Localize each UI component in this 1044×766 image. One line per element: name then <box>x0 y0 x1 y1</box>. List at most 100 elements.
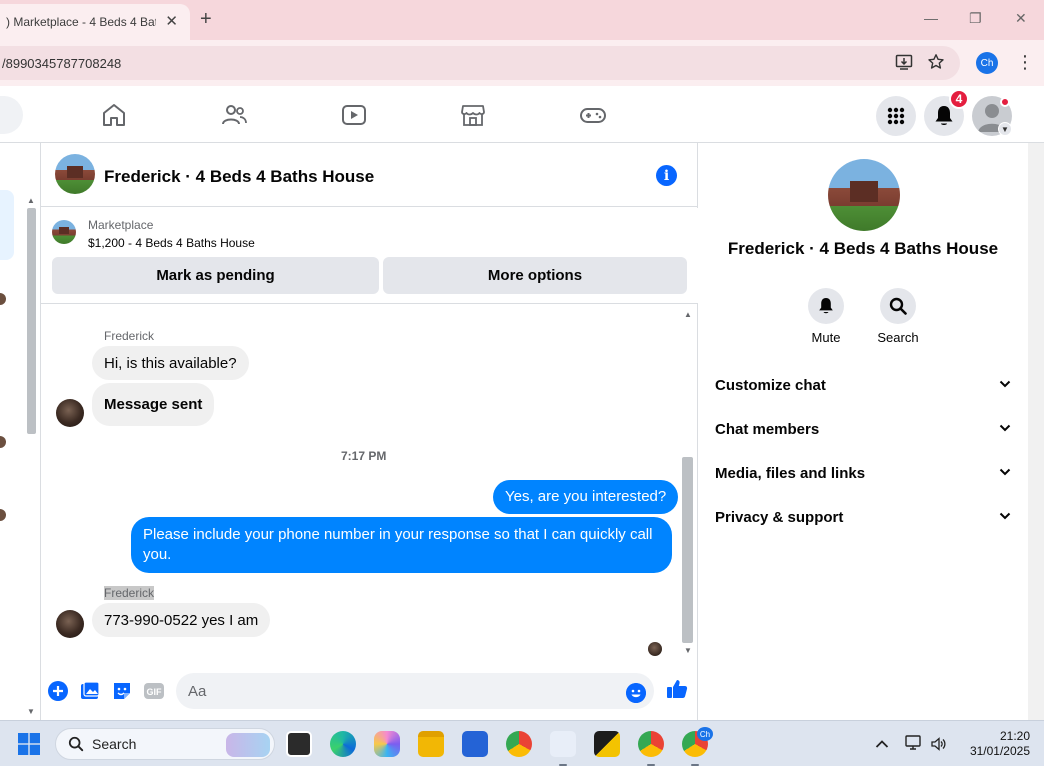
message-bubble-outgoing[interactable]: Yes, are you interested? <box>493 480 679 514</box>
chat-list-avatar[interactable] <box>0 293 6 305</box>
chat-header: Frederick · 4 Beds 4 Baths House i <box>41 143 699 207</box>
chrome-icon[interactable] <box>506 731 532 757</box>
customize-chat-section[interactable]: Customize chat <box>715 370 1011 400</box>
tab-close-icon[interactable]: ✕ <box>165 12 178 30</box>
message-bubble-incoming[interactable]: Message sent <box>92 383 215 426</box>
microsoft-store-icon[interactable] <box>462 731 488 757</box>
taskbar-search-box[interactable]: Search <box>55 728 275 760</box>
seen-receipt-avatar <box>648 642 662 656</box>
section-label: Customize chat <box>715 376 826 394</box>
notification-count-badge: 4 <box>949 89 969 109</box>
search-conversation-button[interactable]: Search <box>868 288 928 345</box>
page-scrollbar[interactable] <box>1028 143 1044 720</box>
chrome-menu-icon[interactable]: ⋮ <box>1016 52 1034 73</box>
menu-grid-button[interactable] <box>876 96 916 136</box>
chat-members-section[interactable]: Chat members <box>715 414 1011 444</box>
privacy-support-section[interactable]: Privacy & support <box>715 502 1011 532</box>
message-bubble-incoming[interactable]: 773-990-0522 yes I am <box>92 603 271 637</box>
chrome-profile-icon[interactable] <box>638 731 664 757</box>
chrome-profile-avatar[interactable]: Ch <box>976 52 998 74</box>
chevron-down-icon <box>999 467 1011 479</box>
file-explorer-icon[interactable] <box>418 731 444 757</box>
listing-price-title[interactable]: $1,200 - 4 Beds 4 Baths House <box>88 236 255 250</box>
restore-icon[interactable]: ❐ <box>969 10 982 27</box>
chat-title[interactable]: Frederick · 4 Beds 4 Baths House <box>104 167 374 187</box>
chat-scrollbar-thumb[interactable] <box>682 457 693 643</box>
install-app-icon[interactable] <box>894 52 914 72</box>
marketplace-icon[interactable] <box>460 102 486 128</box>
clock-time: 21:20 <box>999 729 1030 743</box>
windows-start-icon[interactable] <box>18 733 40 755</box>
video-icon[interactable] <box>341 102 367 128</box>
info-icon[interactable]: i <box>656 165 677 186</box>
chat-list-scrollbar-thumb[interactable] <box>27 208 36 434</box>
network-icon[interactable] <box>905 735 923 751</box>
thumbs-up-icon[interactable] <box>665 677 689 701</box>
plus-circle-icon[interactable] <box>47 680 69 702</box>
address-bar-row: /8990345787708248 <box>0 40 1044 86</box>
info-panel-title: Frederick · 4 Beds 4 Baths House <box>727 239 999 258</box>
scroll-up-arrow-icon[interactable]: ▲ <box>684 310 692 319</box>
edge-browser-icon[interactable] <box>330 731 356 757</box>
gif-icon[interactable]: GIF <box>143 680 165 702</box>
home-icon[interactable] <box>101 102 127 128</box>
bell-icon <box>935 106 953 125</box>
snipping-tool-icon[interactable] <box>550 731 576 757</box>
windows-taskbar: Search Ch 21:20 31/01/2025 <box>0 720 1044 766</box>
sticker-icon[interactable] <box>111 680 133 702</box>
message-bubble-incoming[interactable]: Hi, is this available? <box>92 346 249 380</box>
chevron-down-icon <box>999 511 1011 523</box>
emoji-icon[interactable] <box>626 683 646 703</box>
media-files-links-section[interactable]: Media, files and links <box>715 458 1011 488</box>
new-tab-button[interactable]: + <box>200 8 212 30</box>
section-label: Privacy & support <box>715 508 844 526</box>
scroll-down-arrow-icon[interactable]: ▼ <box>27 707 35 716</box>
account-alert-dot <box>1000 97 1010 107</box>
scroll-down-arrow-icon[interactable]: ▼ <box>684 646 692 655</box>
search-highlight-image <box>226 733 270 757</box>
mute-label: Mute <box>811 330 841 345</box>
chrome-profile-badge: Ch <box>697 727 713 741</box>
listing-photo[interactable] <box>55 154 95 194</box>
copilot-icon[interactable] <box>374 731 400 757</box>
selected-chat-highlight[interactable] <box>0 190 14 260</box>
chat-info-panel: Frederick · 4 Beds 4 Baths House Mute Se… <box>698 143 1028 720</box>
chat-panel: Frederick · 4 Beds 4 Baths House i Marke… <box>40 143 699 720</box>
search-circle[interactable] <box>880 288 916 324</box>
sender-avatar[interactable] <box>56 399 84 427</box>
mute-button[interactable]: Mute <box>796 288 856 345</box>
mute-circle[interactable] <box>808 288 844 324</box>
sender-avatar[interactable] <box>56 610 84 638</box>
more-options-button[interactable]: More options <box>383 257 687 294</box>
facebook-search-box[interactable] <box>0 96 23 134</box>
clock-date: 31/01/2025 <box>969 744 1030 758</box>
chat-list-avatar[interactable] <box>0 436 6 448</box>
friends-icon[interactable] <box>221 102 247 128</box>
browser-tab[interactable]: ) Marketplace - 4 Beds 4 Bath ✕ <box>0 4 190 40</box>
grid-icon <box>887 107 905 125</box>
close-window-icon[interactable]: ✕ <box>1015 10 1027 27</box>
bookmark-star-icon[interactable] <box>926 52 946 72</box>
message-input[interactable]: Aa <box>176 673 654 709</box>
chevron-down-icon[interactable]: ▼ <box>998 122 1012 136</box>
scroll-up-arrow-icon[interactable]: ▲ <box>27 196 35 205</box>
browser-tab-strip: ) Marketplace - 4 Beds 4 Bath ✕ + — ❐ ✕ <box>0 0 1044 40</box>
listing-thumbnail[interactable] <box>52 220 76 244</box>
sticky-notes-icon[interactable] <box>594 731 620 757</box>
gaming-icon[interactable] <box>580 102 606 128</box>
listing-profile-photo[interactable] <box>828 159 900 231</box>
minimize-icon[interactable]: — <box>924 10 938 26</box>
system-clock[interactable]: 21:20 31/01/2025 <box>960 729 1030 759</box>
message-thread: Frederick Hi, is this available? Message… <box>41 305 699 660</box>
volume-icon[interactable] <box>930 736 946 752</box>
message-timestamp: 7:17 PM <box>341 449 387 463</box>
chat-list-avatar[interactable] <box>0 509 6 521</box>
url-text: /8990345787708248 <box>2 55 122 71</box>
bell-icon <box>819 298 833 314</box>
chevron-up-icon[interactable] <box>875 739 889 749</box>
task-view-icon[interactable] <box>286 731 312 757</box>
message-bubble-outgoing[interactable]: Please include your phone number in your… <box>131 517 672 573</box>
photo-icon[interactable] <box>79 680 101 702</box>
mark-as-pending-button[interactable]: Mark as pending <box>52 257 379 294</box>
omnibox[interactable]: /8990345787708248 <box>0 46 960 80</box>
